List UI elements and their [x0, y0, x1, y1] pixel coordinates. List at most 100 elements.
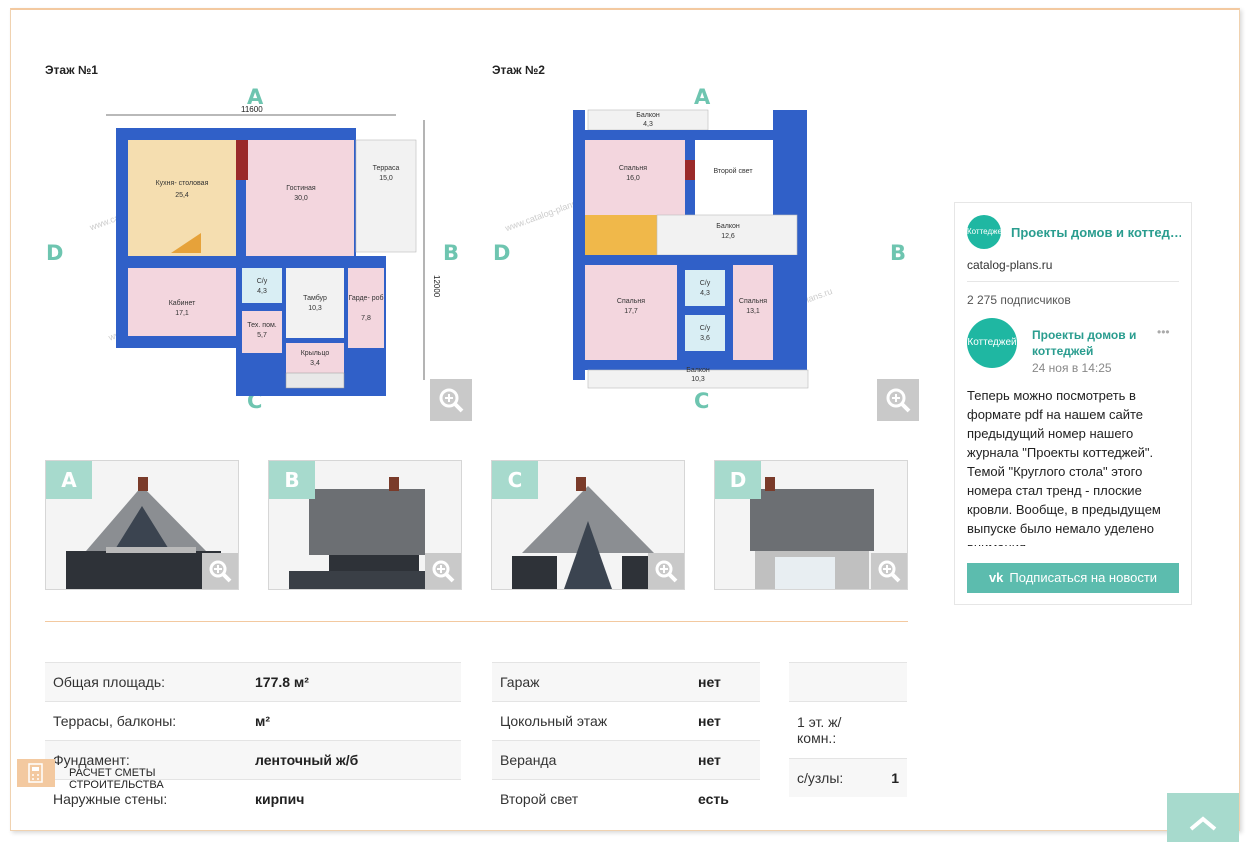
room-label: Спальня [617, 298, 645, 305]
room-label: Балкон [636, 112, 660, 119]
room-label: Балкон [716, 223, 740, 230]
spec-value: 177.8 м² [247, 662, 461, 702]
room-area: 30,0 [294, 195, 308, 202]
group-name-link[interactable]: Проекты домов и коттед… [1011, 225, 1181, 240]
floor-2-title: Этаж №2 [492, 63, 545, 77]
chevron-up-icon [1189, 816, 1217, 831]
room-area: 25,4 [175, 192, 189, 199]
spec-label: Гараж [492, 662, 690, 702]
post-text: Теперь можно посмотреть в формате pdf на… [967, 388, 1161, 546]
zoom-in-icon [439, 388, 464, 413]
room-label: Терраса [373, 165, 400, 172]
room-label: Второй свет [713, 167, 753, 175]
widget-divider [967, 281, 1179, 282]
table-row [789, 662, 907, 702]
subscribe-button-label: Подписаться на новости [1009, 570, 1158, 585]
room-label: С/у [700, 280, 711, 287]
room-area: 10,3 [308, 305, 322, 312]
dim-height: 12000 [432, 275, 441, 298]
room-area: 5,7 [257, 332, 267, 339]
specs-table-left: Общая площадь: 177.8 м² Террасы, балконы:… [45, 662, 461, 818]
room-label: Кухня- столовая [156, 180, 209, 187]
floor-2-plan[interactable]: A D B C www.catalog-plans.ru www.catalog… [493, 85, 919, 421]
post-author-link[interactable]: Проекты домов и коттеджей [1032, 327, 1172, 359]
cost-estimate-label: РАСЧЕТ СМЕТЫ СТРОИТЕЛЬСТВА [69, 767, 164, 791]
more-options-icon[interactable]: ••• [1157, 325, 1170, 339]
zoom-in-icon [878, 560, 901, 583]
table-row: Цокольный этаж нет [492, 701, 760, 741]
zoom-button[interactable] [648, 553, 684, 589]
zoom-button[interactable] [430, 379, 472, 421]
table-row: 1 эт. ж/ комн.: [789, 701, 907, 759]
spec-value: нет [690, 740, 760, 780]
room-label: Гарде- роб [348, 294, 383, 302]
floor-1-drawing: www.catalog-plans.ru www.catalog-plans.r… [87, 105, 441, 396]
group-logo[interactable]: Коттеджей [967, 215, 1001, 249]
room-label: Крыльцо [301, 350, 330, 357]
room-area: 3,6 [700, 335, 710, 342]
room-label: Тех. пом. [247, 322, 277, 329]
table-row: с/узлы: 1 [789, 758, 907, 797]
calculator-icon [17, 759, 55, 787]
spec-value: кирпич [247, 779, 461, 818]
facade-label: D [715, 461, 761, 499]
facade-thumb-b[interactable]: B [268, 460, 462, 590]
specs-table-right: 1 эт. ж/ комн.: с/узлы: 1 [789, 662, 907, 797]
zoom-button[interactable] [425, 553, 461, 589]
zoom-button[interactable] [871, 553, 907, 589]
vk-icon: vk [988, 570, 1004, 585]
dim-width: 11600 [241, 105, 263, 114]
spec-label: Цокольный этаж [492, 701, 690, 741]
spec-value [883, 662, 907, 702]
floor-2-drawing: www.catalog-plans.ru www.catalog-plans.r… [503, 109, 834, 389]
table-row: Общая площадь: 177.8 м² [45, 662, 461, 702]
zoom-in-icon [655, 560, 678, 583]
spec-value: нет [690, 662, 760, 702]
table-row: Гараж нет [492, 662, 760, 702]
floor-1-title: Этаж №1 [45, 63, 98, 77]
subscribe-button[interactable]: vk Подписаться на новости [967, 563, 1179, 593]
vk-widget: Коттеджей Проекты домов и коттед… catalo… [954, 202, 1192, 605]
room-area: 4,3 [643, 121, 653, 128]
facade-thumb-a[interactable]: A [45, 460, 239, 590]
facade-label: A [46, 461, 92, 499]
spec-label [789, 662, 884, 702]
table-row: Террасы, балконы: м² [45, 701, 461, 741]
room-area: 17,7 [624, 308, 638, 315]
room-label: Спальня [619, 165, 647, 172]
facade-thumb-c[interactable]: C [491, 460, 685, 590]
room-area: 13,1 [746, 308, 760, 315]
post-date[interactable]: 24 ноя в 14:25 [1032, 361, 1112, 375]
room-area: 4,3 [700, 290, 710, 297]
room-area: 17,1 [175, 310, 189, 317]
room-area: 7,8 [361, 315, 371, 322]
post-avatar[interactable]: Коттеджей [967, 318, 1017, 368]
room-area: 16,0 [626, 175, 640, 182]
spec-label: Террасы, балконы: [45, 701, 247, 741]
zoom-in-icon [432, 560, 455, 583]
zoom-in-icon [886, 388, 911, 413]
room-label: Тамбур [303, 294, 327, 302]
floor-1-plan[interactable]: A D B C www.catalog-plans.ru www.catalog… [46, 85, 472, 421]
room-label: Спальня [739, 298, 767, 305]
facade-thumb-d[interactable]: D [714, 460, 908, 590]
spec-label: с/узлы: [789, 758, 884, 797]
scroll-to-top-button[interactable] [1167, 793, 1239, 842]
spec-value: ленточный ж/б [247, 740, 461, 780]
room-label: Гостиная [286, 185, 316, 192]
table-row: Второй свет есть [492, 779, 760, 818]
spec-value [883, 701, 907, 759]
zoom-in-icon [209, 560, 232, 583]
specs-table-mid: Гараж нет Цокольный этаж нет Веранда нет Вт… [492, 662, 760, 818]
spec-value: нет [690, 701, 760, 741]
room-label: С/у [257, 278, 268, 285]
page-frame: Этаж №1 A D B C www.catalog-plans.ru www… [10, 8, 1240, 831]
zoom-button[interactable] [877, 379, 919, 421]
group-site[interactable]: catalog-plans.ru [967, 258, 1052, 272]
spec-value: 1 [883, 758, 907, 797]
spec-label: Общая площадь: [45, 662, 247, 702]
cost-estimate-link[interactable]: РАСЧЕТ СМЕТЫ СТРОИТЕЛЬСТВА [17, 759, 247, 791]
zoom-button[interactable] [202, 553, 238, 589]
table-row: Веранда нет [492, 740, 760, 780]
room-area: 10,3 [691, 376, 705, 383]
